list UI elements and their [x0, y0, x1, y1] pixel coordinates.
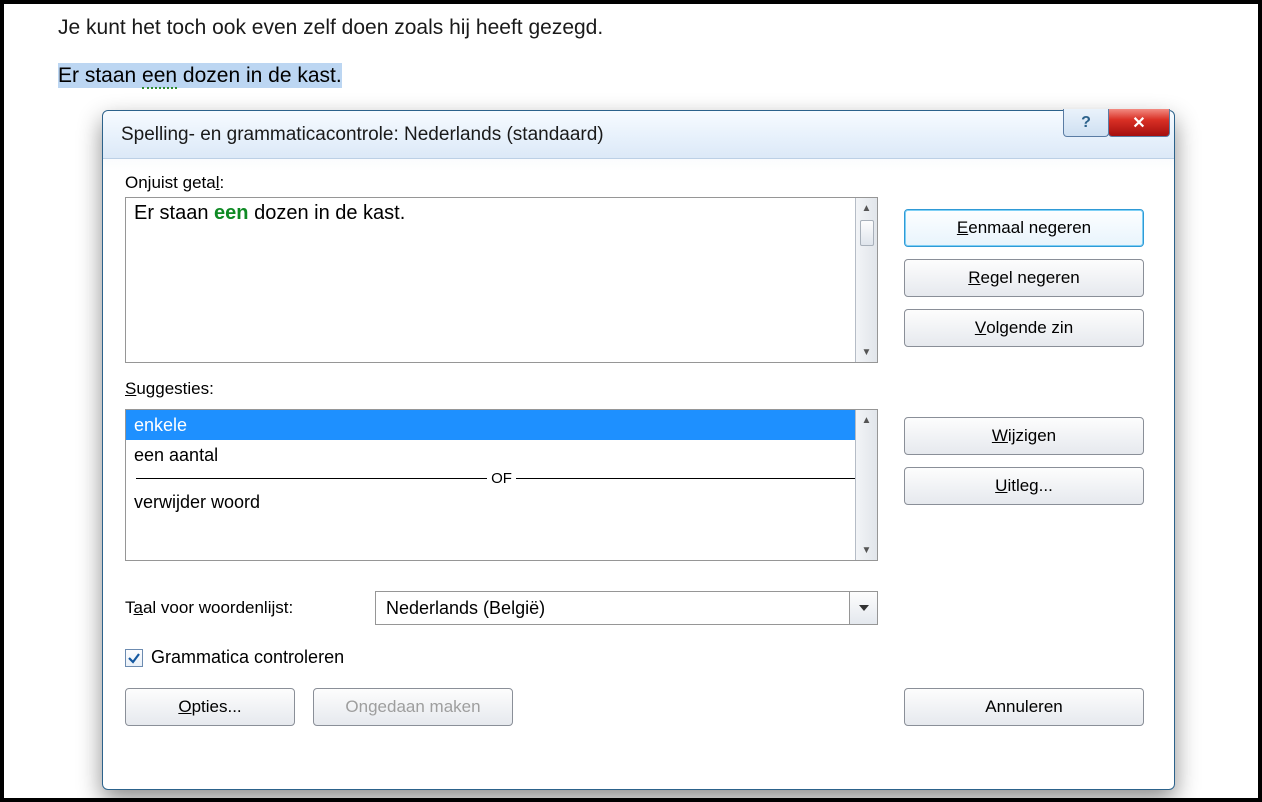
suggestion-separator: OF [126, 470, 877, 487]
chevron-down-icon [859, 605, 869, 611]
help-icon: ? [1081, 114, 1091, 132]
document-area: Je kunt het toch ook even zelf doen zoal… [58, 16, 1208, 88]
or-text: OF [487, 470, 516, 487]
btn-text: Annuleren [985, 697, 1063, 717]
btn-text: olgende zin [986, 318, 1073, 338]
btn-text: Ongedaan maken [345, 697, 480, 717]
check-label-pre: Grammatica [151, 647, 254, 667]
error-label-post: : [220, 173, 225, 192]
suggest-label: Suggesties: [125, 379, 878, 399]
btn-text: egel negeren [981, 268, 1080, 288]
dialog-titlebar[interactable]: Spelling- en grammaticacontrole: Nederla… [103, 111, 1174, 159]
suggestion-item[interactable]: een aantal [126, 440, 877, 470]
line2-pre: Er staan [58, 64, 142, 87]
check-icon [127, 651, 141, 665]
scroll-down-icon[interactable]: ▼ [856, 342, 877, 362]
change-button[interactable]: Wijzigen [904, 417, 1144, 455]
error-textbox[interactable]: Er staan een dozen in de kast. ▲ ▼ [125, 197, 878, 363]
error-content: Er staan een dozen in de kast. [126, 198, 877, 229]
ignore-rule-button[interactable]: Regel negeren [904, 259, 1144, 297]
scroll-up-wrap: ▲ [860, 198, 874, 246]
error-scrollbar[interactable]: ▲ ▼ [855, 198, 877, 362]
error-label-pre: Onjuist geta [125, 173, 216, 192]
cancel-button[interactable]: Annuleren [904, 688, 1144, 726]
error-text-pre: Er staan [134, 202, 214, 224]
scroll-down-icon[interactable]: ▼ [856, 540, 877, 560]
language-label: Taal voor woordenlijst: [125, 598, 371, 618]
explain-button[interactable]: Uitleg... [904, 467, 1144, 505]
error-text-highlight: een [214, 202, 248, 224]
suggest-scrollbar[interactable]: ▲ ▼ [855, 410, 877, 560]
dialog-title: Spelling- en grammaticacontrole: Nederla… [121, 124, 604, 146]
lang-label-pre: T [125, 598, 134, 617]
spellcheck-dialog: Spelling- en grammaticacontrole: Nederla… [102, 110, 1175, 790]
language-row: Taal voor woordenlijst: Nederlands (Belg… [125, 591, 878, 625]
btn-text: enmaal negeren [968, 218, 1091, 238]
scroll-up-icon[interactable]: ▲ [856, 410, 877, 430]
ignore-once-button[interactable]: Eenmaal negeren [904, 209, 1144, 247]
btn-accel: R [968, 268, 980, 288]
rule-right [516, 478, 867, 479]
close-button[interactable]: ✕ [1108, 109, 1170, 137]
scroll-thumb[interactable] [860, 220, 874, 246]
btn-text: itleg... [1007, 476, 1052, 496]
spacer [904, 517, 1152, 676]
language-combobox[interactable]: Nederlands (België) [375, 591, 878, 625]
suggestion-item[interactable]: enkele [126, 410, 877, 440]
suggestion-item[interactable]: verwijder woord [126, 487, 877, 517]
close-icon: ✕ [1132, 113, 1145, 133]
lang-label-post: al voor woordenlijst: [143, 598, 293, 617]
suggestions-listbox[interactable]: enkele een aantal OF verwijder woord ▲ ▼ [125, 409, 878, 561]
grammar-check-row[interactable]: Grammatica controleren [125, 647, 878, 668]
rule-left [136, 478, 487, 479]
next-sentence-button[interactable]: Volgende zin [904, 309, 1144, 347]
lang-label-accel: a [134, 598, 143, 617]
bottom-button-row: Opties... Ongedaan maken [125, 688, 878, 726]
grammar-check-label: Grammatica controleren [151, 647, 344, 668]
suggest-label-post: uggesties: [136, 379, 214, 398]
grammar-checkbox[interactable] [125, 649, 143, 667]
right-column: Eenmaal negeren Regel negeren Volgende z… [904, 173, 1152, 726]
btn-text: ijzigen [1008, 426, 1056, 446]
undo-button: Ongedaan maken [313, 688, 513, 726]
spacer [904, 173, 1152, 197]
error-text-post: dozen in de kast. [249, 202, 406, 224]
language-value: Nederlands (België) [386, 598, 545, 619]
document-line-1: Je kunt het toch ook even zelf doen zoal… [58, 16, 1208, 40]
line2-post: dozen in de kast. [177, 64, 342, 87]
btn-accel: U [995, 476, 1007, 496]
spacer [904, 359, 1152, 405]
btn-accel: E [957, 218, 968, 238]
options-button[interactable]: Opties... [125, 688, 295, 726]
grammar-error-word: een [142, 64, 177, 89]
scroll-up-icon[interactable]: ▲ [860, 198, 874, 218]
dialog-body: Onjuist getal: Er staan een dozen in de … [103, 159, 1174, 740]
page: Je kunt het toch ook even zelf doen zoal… [0, 0, 1262, 802]
error-label: Onjuist getal: [125, 173, 878, 193]
btn-accel: O [178, 697, 191, 717]
dropdown-button[interactable] [849, 592, 877, 624]
suggest-label-accel: S [125, 379, 136, 398]
check-label-accel: c [254, 647, 263, 667]
selection: Er staan een dozen in de kast. [58, 63, 342, 88]
btn-accel: V [975, 318, 986, 338]
btn-text: pties... [192, 697, 242, 717]
btn-accel: W [992, 426, 1008, 446]
check-label-post: ontroleren [263, 647, 344, 667]
document-line-2: Er staan een dozen in de kast. [58, 64, 1208, 88]
window-buttons: ? ✕ [1064, 109, 1170, 137]
left-column: Onjuist getal: Er staan een dozen in de … [125, 173, 878, 726]
help-button[interactable]: ? [1063, 109, 1109, 137]
